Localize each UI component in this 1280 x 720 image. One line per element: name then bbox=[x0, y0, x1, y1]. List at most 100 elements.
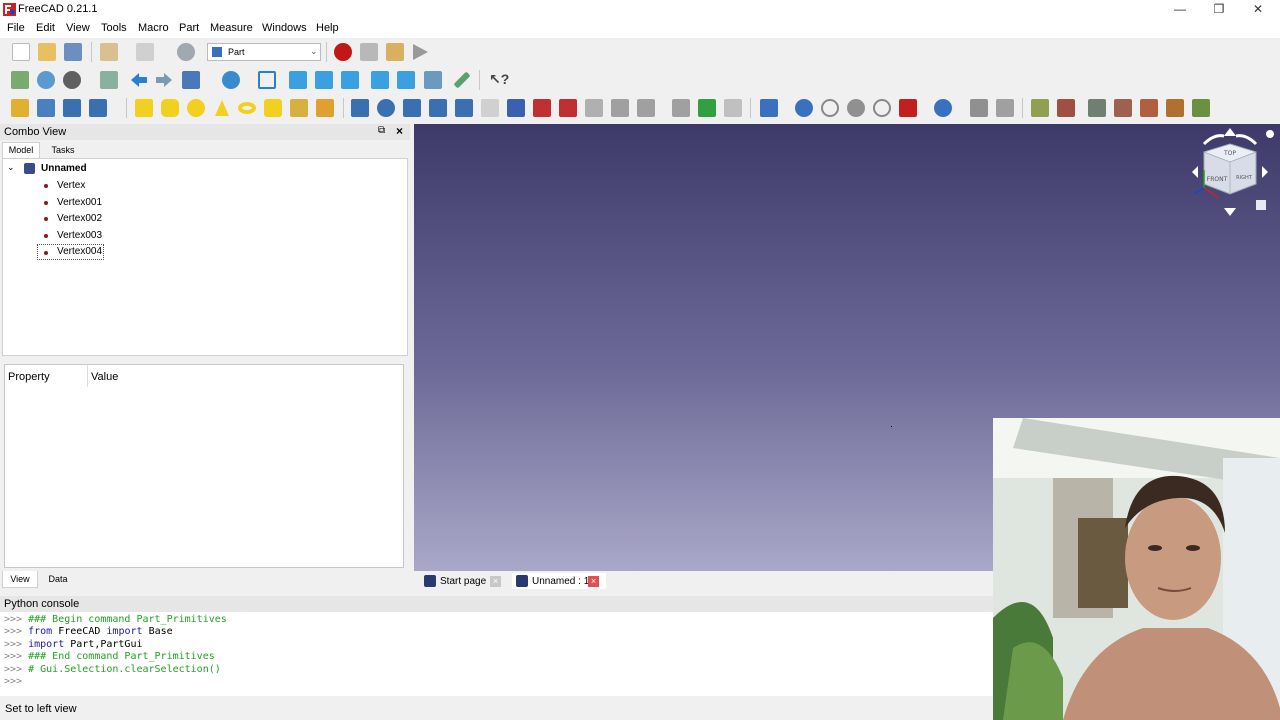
whats-this-icon[interactable]: ↖? bbox=[489, 71, 509, 89]
check-geometry-icon[interactable] bbox=[970, 99, 988, 117]
draw-style-icon[interactable] bbox=[63, 71, 81, 89]
ruled-surface-icon[interactable] bbox=[507, 99, 525, 117]
menu-view[interactable]: View bbox=[66, 22, 90, 34]
menu-macro[interactable]: Macro bbox=[138, 22, 169, 34]
tree-item[interactable]: Vertex003 bbox=[3, 228, 203, 244]
macro-play-icon[interactable] bbox=[411, 43, 429, 61]
tab-unnamed[interactable]: Unnamed : 1* × bbox=[512, 573, 606, 589]
open-folder-icon[interactable] bbox=[38, 43, 56, 61]
torus-primitive-icon[interactable] bbox=[238, 102, 256, 114]
menu-windows[interactable]: Windows bbox=[262, 22, 307, 34]
loft-icon[interactable] bbox=[533, 99, 551, 117]
menu-help[interactable]: Help bbox=[316, 22, 339, 34]
cut-icon[interactable] bbox=[821, 99, 839, 117]
split-tools-icon[interactable] bbox=[934, 99, 952, 117]
save-icon[interactable] bbox=[64, 43, 82, 61]
macro-record-icon[interactable] bbox=[334, 43, 352, 61]
fillet-icon[interactable] bbox=[429, 99, 447, 117]
link-icon[interactable] bbox=[63, 99, 81, 117]
make-face-icon[interactable] bbox=[481, 99, 499, 117]
section-icon[interactable] bbox=[585, 99, 603, 117]
undo-icon[interactable] bbox=[100, 43, 118, 61]
isometric-view-icon[interactable] bbox=[258, 71, 276, 89]
tab-data[interactable]: Data bbox=[40, 571, 76, 588]
measure-toggle-all-icon[interactable] bbox=[1140, 99, 1158, 117]
primitives-icon[interactable] bbox=[290, 99, 308, 117]
macro-stop-icon[interactable] bbox=[360, 43, 378, 61]
menu-measure[interactable]: Measure bbox=[210, 22, 253, 34]
create-group-icon[interactable] bbox=[37, 99, 55, 117]
tree-item[interactable]: Vertex bbox=[3, 178, 203, 194]
shape-builder-icon[interactable] bbox=[316, 99, 334, 117]
measure-toggle-3d-icon[interactable] bbox=[1166, 99, 1184, 117]
maximize-button[interactable]: ❐ bbox=[1204, 2, 1234, 18]
revolve-icon[interactable] bbox=[377, 99, 395, 117]
bottom-view-icon[interactable] bbox=[397, 71, 415, 89]
mirror-icon[interactable] bbox=[403, 99, 421, 117]
workbench-selector[interactable]: Part ⌄ bbox=[207, 43, 321, 61]
console-prompt-line[interactable]: >>> bbox=[4, 676, 28, 687]
tab-model[interactable]: Model bbox=[2, 142, 40, 158]
redo-icon[interactable] bbox=[136, 43, 154, 61]
menu-part[interactable]: Part bbox=[179, 22, 199, 34]
refresh-icon[interactable] bbox=[177, 43, 195, 61]
close-tab-icon[interactable]: × bbox=[588, 576, 599, 587]
boolean-icon[interactable] bbox=[795, 99, 813, 117]
expand-chevron-icon[interactable]: ⌄ bbox=[7, 162, 15, 173]
close-button[interactable]: ✕ bbox=[1243, 2, 1273, 18]
left-view-icon[interactable] bbox=[424, 71, 442, 89]
tree-root[interactable]: ⌄ Unnamed bbox=[3, 161, 203, 177]
rear-view-icon[interactable] bbox=[371, 71, 389, 89]
chamfer-icon[interactable] bbox=[455, 99, 473, 117]
create-part-icon[interactable] bbox=[11, 99, 29, 117]
navigation-cube[interactable]: TOP FRONT RIGHT bbox=[1184, 126, 1276, 218]
tab-start-page[interactable]: Start page × bbox=[422, 573, 506, 589]
offset-tools-icon[interactable] bbox=[637, 99, 655, 117]
close-panel-icon[interactable]: × bbox=[396, 124, 403, 138]
fuse-icon[interactable] bbox=[847, 99, 865, 117]
box-primitive-icon[interactable] bbox=[135, 99, 153, 117]
tube-primitive-icon[interactable] bbox=[264, 99, 282, 117]
macro-edit-icon[interactable] bbox=[386, 43, 404, 61]
forward-arrow-icon[interactable] bbox=[155, 71, 173, 89]
measure-clear-icon[interactable] bbox=[1114, 99, 1132, 117]
back-arrow-icon[interactable] bbox=[130, 71, 148, 89]
menu-file[interactable]: File bbox=[7, 22, 25, 34]
cone-primitive-icon[interactable] bbox=[213, 99, 231, 117]
compound-tools-icon[interactable] bbox=[760, 99, 778, 117]
measure-distance-icon[interactable] bbox=[453, 71, 471, 89]
menu-tools[interactable]: Tools bbox=[101, 22, 127, 34]
link-actions-icon[interactable] bbox=[89, 99, 107, 117]
float-panel-icon[interactable]: ⧉ bbox=[378, 125, 385, 136]
tree-item[interactable]: Vertex002 bbox=[3, 211, 203, 227]
common-icon[interactable] bbox=[873, 99, 891, 117]
join-features-icon[interactable] bbox=[899, 99, 917, 117]
defeaturing-icon[interactable] bbox=[996, 99, 1014, 117]
python-console[interactable]: >>> ### Begin command Part_Primitives >>… bbox=[0, 612, 994, 696]
projection-icon[interactable] bbox=[698, 99, 716, 117]
cylinder-primitive-icon[interactable] bbox=[161, 99, 179, 117]
top-view-icon[interactable] bbox=[315, 71, 333, 89]
standard-views-icon[interactable] bbox=[222, 71, 240, 89]
fit-selection-icon[interactable] bbox=[37, 71, 55, 89]
tab-view[interactable]: View bbox=[2, 571, 38, 588]
vertex-point[interactable] bbox=[891, 426, 892, 427]
front-view-icon[interactable] bbox=[289, 71, 307, 89]
bounding-box-icon[interactable] bbox=[100, 71, 118, 89]
new-document-icon[interactable] bbox=[12, 43, 30, 61]
color-per-face-icon[interactable] bbox=[724, 99, 742, 117]
thickness-icon[interactable] bbox=[672, 99, 690, 117]
minimize-button[interactable]: — bbox=[1165, 2, 1195, 18]
measure-toggle-delta-icon[interactable] bbox=[1192, 99, 1210, 117]
tab-tasks[interactable]: Tasks bbox=[44, 143, 82, 158]
right-view-icon[interactable] bbox=[341, 71, 359, 89]
cross-sections-icon[interactable] bbox=[611, 99, 629, 117]
measure-refresh-icon[interactable] bbox=[1088, 99, 1106, 117]
sync-view-icon[interactable] bbox=[182, 71, 200, 89]
tree-item[interactable]: Vertex001 bbox=[3, 195, 203, 211]
menu-edit[interactable]: Edit bbox=[36, 22, 55, 34]
measure-angular-icon[interactable] bbox=[1057, 99, 1075, 117]
sweep-icon[interactable] bbox=[559, 99, 577, 117]
measure-linear-icon[interactable] bbox=[1031, 99, 1049, 117]
close-tab-icon[interactable]: × bbox=[490, 576, 501, 587]
